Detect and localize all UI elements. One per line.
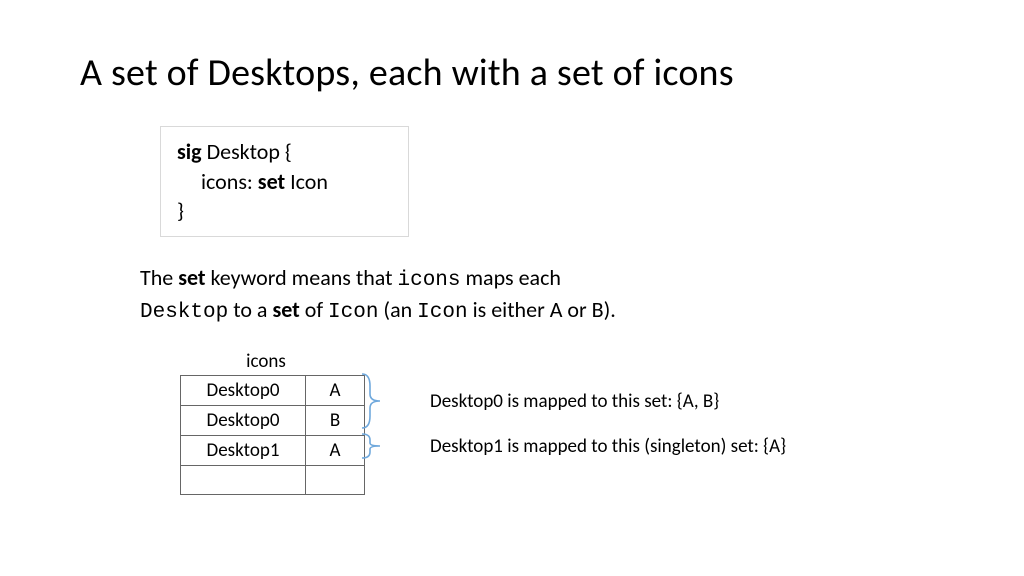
keyword-sig: sig [177, 138, 202, 165]
cell-icon: B [306, 405, 365, 435]
cell-empty [181, 465, 306, 494]
cell-icon: A [306, 435, 365, 465]
keyword-set: set [258, 168, 285, 195]
explanation-text: The set keyword means that icons maps ea… [140, 263, 760, 328]
code-line-2: icons: set Icon [177, 167, 392, 197]
code-line-3: } [177, 196, 392, 226]
annotation-2: Desktop1 is mapped to this (singleton) s… [430, 435, 786, 458]
cell-icon: A [306, 375, 365, 405]
t: is either A or B). [468, 296, 616, 323]
table-row: Desktop0 B [181, 405, 365, 435]
brace-icon [360, 432, 382, 460]
slide-title: A set of Desktops, each with a set of ic… [80, 50, 944, 96]
mono-desktop: Desktop [140, 301, 228, 324]
t: (an [378, 296, 417, 323]
mono-icon: Icon [328, 301, 378, 324]
bold-set: set [178, 264, 205, 291]
table-caption: icons [180, 350, 352, 373]
code-indent: icons: set Icon [177, 167, 328, 197]
annotation-1: Desktop0 is mapped to this set: {A, B} [430, 390, 719, 413]
field-post: Icon [285, 168, 328, 195]
field-pre: icons: [201, 168, 258, 195]
t: keyword means that [206, 264, 398, 291]
cell-empty [306, 465, 365, 494]
table-row: Desktop1 A [181, 435, 365, 465]
cell-desktop: Desktop0 [181, 405, 306, 435]
brace-icon [360, 372, 382, 430]
table-row-empty [181, 465, 365, 494]
code-block: sig Desktop { icons: set Icon } [160, 126, 409, 237]
bold-set2: set [272, 296, 299, 323]
t: of [300, 296, 328, 323]
mono-icons: icons [397, 269, 460, 292]
t: The [140, 264, 178, 291]
code-line-1: sig Desktop { [177, 137, 392, 167]
table-area: icons Desktop0 A Desktop0 B Desktop1 A [180, 350, 944, 495]
cell-desktop: Desktop1 [181, 435, 306, 465]
t: maps each [461, 264, 561, 291]
mono-icon2: Icon [417, 301, 467, 324]
t: to a [228, 296, 272, 323]
sig-name: Desktop { [202, 138, 292, 165]
cell-desktop: Desktop0 [181, 375, 306, 405]
table-row: Desktop0 A [181, 375, 365, 405]
slide-container: A set of Desktops, each with a set of ic… [0, 0, 1024, 495]
icons-table: Desktop0 A Desktop0 B Desktop1 A [180, 375, 365, 495]
